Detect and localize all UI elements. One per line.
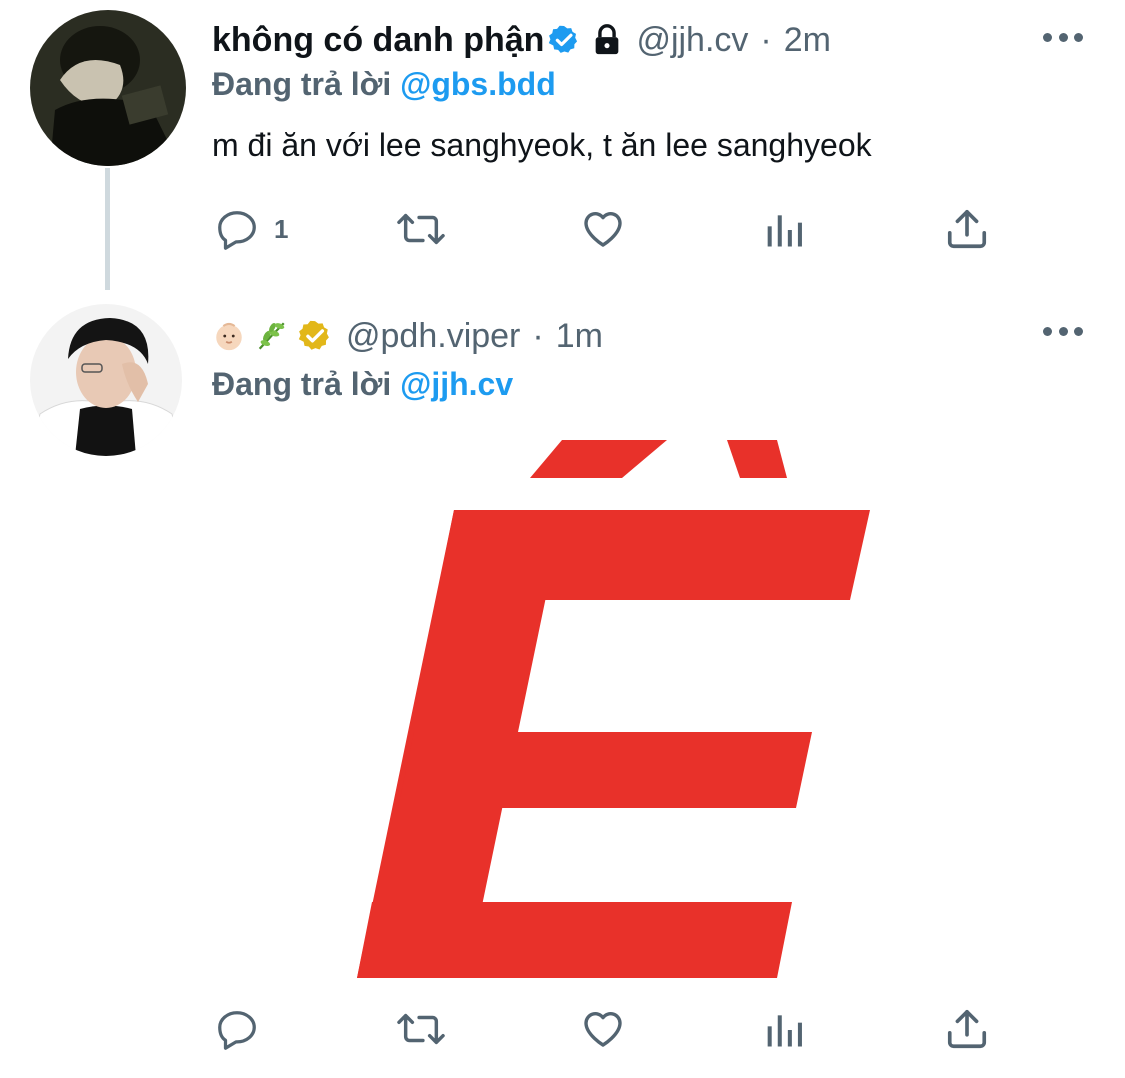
more-options-icon[interactable]: [1043, 327, 1083, 339]
lock-icon: [596, 24, 619, 55]
avatar[interactable]: [30, 10, 186, 166]
herb-icon: [258, 322, 285, 350]
reply-count: 1: [274, 213, 289, 244]
timestamp[interactable]: 1m: [556, 317, 603, 356]
views-button[interactable]: [764, 208, 808, 252]
retweet-button[interactable]: [394, 206, 448, 252]
tweet-header: không có danh phận @jjh.cv · 2m: [212, 16, 831, 64]
replying-to: Đang trả lời @gbs.bdd: [212, 66, 556, 103]
baby-face-icon: [216, 322, 242, 351]
share-icon: [947, 209, 987, 249]
reply-button[interactable]: 1: [214, 206, 288, 252]
retweet-icon: [397, 1013, 445, 1045]
separator-dot: ·: [532, 316, 544, 355]
reply-icon: [218, 211, 256, 250]
more-options-icon[interactable]: [1043, 33, 1083, 45]
tweet-media-image[interactable]: [262, 440, 888, 978]
analytics-icon: [767, 215, 802, 247]
retweet-icon: [397, 213, 445, 245]
views-button[interactable]: [764, 1008, 808, 1052]
replying-to: Đang trả lời @jjh.cv: [212, 366, 513, 403]
blue-verified-icon: [549, 25, 578, 53]
replying-mention-link[interactable]: @jjh.cv: [400, 366, 513, 402]
like-button[interactable]: [578, 204, 628, 252]
thread-connector-line: [105, 168, 110, 290]
gold-verified-icon: [298, 320, 329, 350]
analytics-icon: [767, 1015, 802, 1047]
like-button[interactable]: [578, 1004, 628, 1052]
retweet-button[interactable]: [394, 1006, 448, 1052]
share-icon: [947, 1009, 987, 1049]
share-button[interactable]: [944, 1006, 990, 1052]
heart-icon: [584, 1012, 622, 1047]
handle[interactable]: @jjh.cv: [636, 21, 748, 60]
share-button[interactable]: [944, 206, 990, 252]
tweet-text: m đi ăn với lee sanghyeok, t ăn lee sang…: [212, 127, 872, 163]
display-name[interactable]: không có danh phận: [212, 21, 544, 60]
reply-button[interactable]: [214, 1006, 260, 1052]
timestamp[interactable]: 2m: [784, 21, 831, 60]
handle[interactable]: @pdh.viper: [346, 317, 520, 356]
heart-icon: [584, 212, 622, 247]
replying-prefix: Đang trả lời: [212, 66, 392, 102]
reply-icon: [218, 1011, 256, 1050]
tweet-header: @pdh.viper · 1m: [212, 312, 603, 360]
separator-dot: ·: [760, 20, 772, 59]
avatar[interactable]: [30, 304, 182, 456]
replying-prefix: Đang trả lời: [212, 366, 392, 402]
replying-mention-link[interactable]: @gbs.bdd: [400, 66, 556, 102]
